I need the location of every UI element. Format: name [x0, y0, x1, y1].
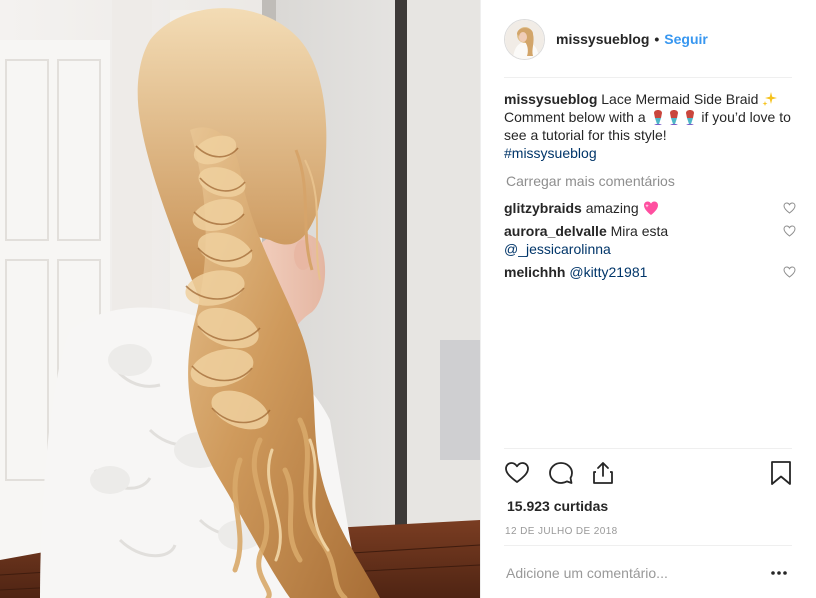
caption-text-2: Comment below with a: [504, 109, 646, 125]
avatar-image: [505, 19, 544, 59]
post-details-panel: missysueblog • Seguir missysueblog Lace …: [480, 0, 816, 598]
heart-icon[interactable]: [504, 460, 530, 486]
post-photo[interactable]: [0, 0, 480, 598]
post-image-illustration: [0, 0, 480, 598]
comment-like-heart-icon[interactable]: [783, 225, 796, 237]
comment-username[interactable]: melichhh: [504, 264, 565, 280]
load-more-comments-button[interactable]: Carregar mais comentários: [506, 172, 794, 190]
share-icon[interactable]: [590, 460, 616, 486]
instagram-post: missysueblog • Seguir missysueblog Lace …: [0, 0, 816, 598]
post-caption: missysueblog Lace Mermaid Side Braid Com…: [504, 90, 794, 162]
comment-text: amazing: [585, 200, 639, 216]
follow-button[interactable]: Seguir: [664, 31, 708, 47]
comment-icon[interactable]: [548, 460, 574, 486]
comments-section: missysueblog Lace Mermaid Side Braid Com…: [504, 90, 796, 281]
comment-item: glitzybraids amazing: [504, 199, 796, 217]
caption-hashtag[interactable]: #missysueblog: [504, 145, 597, 161]
post-actions-bar: [504, 460, 794, 488]
avatar[interactable]: [504, 18, 545, 60]
comment-username[interactable]: aurora_delvalle: [504, 223, 607, 239]
actions-divider: [504, 448, 792, 449]
more-options-icon[interactable]: [769, 564, 789, 582]
comment-text: Mira esta: [610, 223, 669, 239]
comment-box-divider: [504, 545, 792, 546]
mermaid-emoji-icon: [666, 109, 682, 125]
comment-like-heart-icon[interactable]: [783, 266, 796, 278]
add-comment-input[interactable]: [506, 563, 756, 583]
separator-dot: •: [654, 31, 660, 47]
comment-like-heart-icon[interactable]: [783, 202, 796, 214]
sparkling-heart-emoji-icon: [643, 200, 659, 216]
post-header: missysueblog • Seguir: [481, 0, 816, 78]
comment-item: aurora_delvalle Mira esta @_jessicarolin…: [504, 222, 796, 258]
comment-mention[interactable]: @kitty21981: [569, 264, 647, 280]
comment-mention[interactable]: @_jessicarolinna: [504, 241, 611, 257]
mermaid-emoji-icon: [682, 109, 698, 125]
sparkles-emoji-icon: [762, 91, 778, 107]
mermaid-emoji-icon: [650, 109, 666, 125]
likes-count[interactable]: 15.923 curtidas: [507, 498, 608, 514]
bookmark-icon[interactable]: [768, 460, 794, 486]
post-author-username[interactable]: missysueblog: [556, 31, 649, 47]
comment-username[interactable]: glitzybraids: [504, 200, 582, 216]
caption-text-1: Lace Mermaid Side Braid: [601, 91, 759, 107]
header-divider: [504, 77, 792, 78]
caption-username[interactable]: missysueblog: [504, 91, 597, 107]
post-date: 12 DE JULHO DE 2018: [505, 526, 618, 537]
comment-item: melichhh @kitty21981: [504, 263, 796, 281]
